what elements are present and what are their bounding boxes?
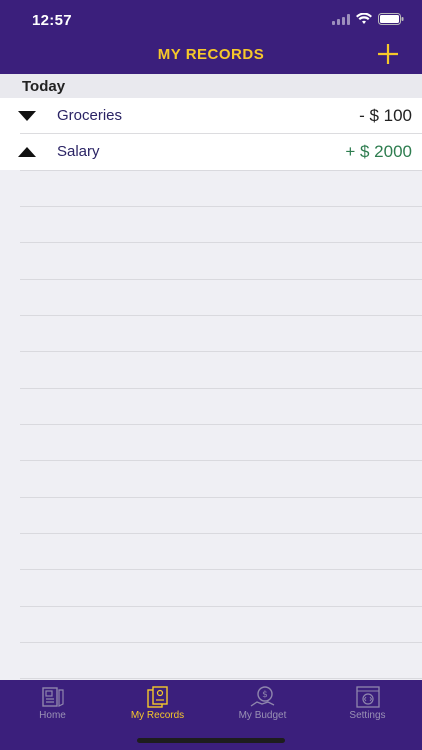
tab-my-records[interactable]: My Records [105,680,210,730]
empty-list-area [0,170,422,680]
section-header: Today [0,74,422,98]
section-title: Today [22,78,66,95]
record-name: Salary [57,143,100,160]
record-amount: - $ 100 [359,106,412,125]
tab-label: My Records [130,710,185,721]
income-arrow-icon [18,147,36,157]
page-title: MY RECORDS [157,46,265,63]
signal-icon [332,13,350,25]
records-icon [146,686,168,708]
record-amount: + $ 2000 [345,142,412,161]
status-bar: 12:57 [0,0,422,40]
record-row[interactable]: Salary + $ 2000 [0,134,422,170]
svg-text:$: $ [262,690,268,700]
navigation-bar: 12:57 MY RECORDS [0,0,422,74]
budget-icon: $ [250,686,274,707]
expense-arrow-icon [18,111,36,121]
wifi-icon [356,13,372,24]
record-name: Groceries [57,107,123,124]
home-icon [41,687,64,707]
status-icons [332,13,404,25]
tab-my-budget[interactable]: $ My Budget [210,680,315,730]
status-time: 12:57 [32,12,72,29]
battery-icon [378,13,404,25]
settings-icon [355,686,380,708]
tab-home[interactable]: Home [0,680,105,730]
tab-settings[interactable]: Settings [315,680,420,730]
tab-label: Settings [349,710,386,721]
tab-label: Home [39,710,66,721]
record-row[interactable]: Groceries - $ 100 [0,98,422,134]
home-indicator [137,738,285,743]
tab-label: My Budget [238,710,287,721]
add-record-button[interactable] [376,42,400,66]
